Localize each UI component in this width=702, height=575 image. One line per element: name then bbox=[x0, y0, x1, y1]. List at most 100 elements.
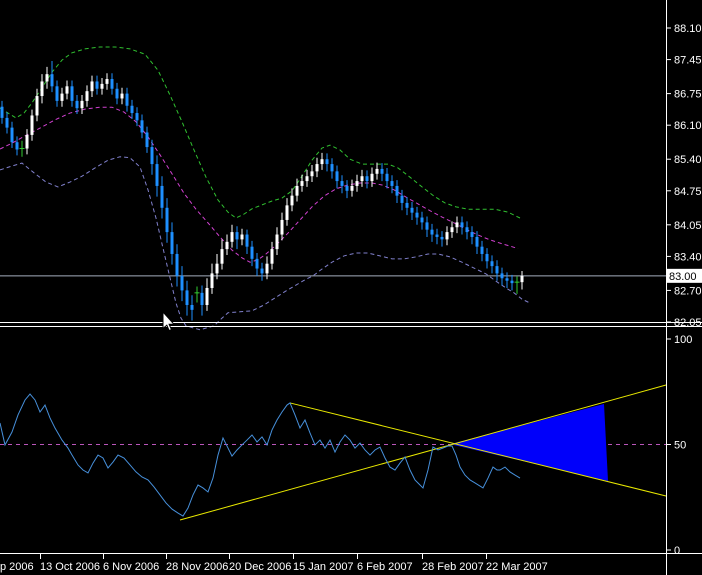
candle-body[interactable] bbox=[95, 81, 99, 89]
candle-body[interactable] bbox=[105, 79, 109, 84]
candle-body[interactable] bbox=[75, 100, 79, 109]
candle-body[interactable] bbox=[240, 234, 244, 240]
candle-body[interactable] bbox=[315, 164, 319, 172]
candle-body[interactable] bbox=[30, 115, 34, 135]
candle-body[interactable] bbox=[440, 236, 444, 240]
candle-body[interactable] bbox=[70, 86, 74, 101]
candle-body[interactable] bbox=[370, 173, 374, 182]
candle-body[interactable] bbox=[475, 236, 479, 247]
candle-body[interactable] bbox=[150, 147, 154, 165]
candle-body[interactable] bbox=[345, 185, 349, 191]
candle-body[interactable] bbox=[220, 249, 224, 264]
doji-candle-bar[interactable] bbox=[19, 148, 25, 150]
candle-body[interactable] bbox=[340, 181, 344, 186]
candle-body[interactable] bbox=[350, 185, 354, 191]
candle-body[interactable] bbox=[295, 185, 299, 196]
candle-body[interactable] bbox=[285, 205, 289, 220]
time-label[interactable]: 15 Jan 2007 bbox=[293, 561, 354, 573]
time-label[interactable]: 6 Nov 2006 bbox=[103, 561, 159, 573]
candle-body[interactable] bbox=[5, 117, 9, 128]
candle-body[interactable] bbox=[325, 159, 329, 165]
doji-candle-bar[interactable] bbox=[514, 281, 520, 283]
candle-body[interactable] bbox=[180, 275, 184, 291]
candle-body[interactable] bbox=[290, 195, 294, 206]
candle-body[interactable] bbox=[490, 261, 494, 267]
candle-body[interactable] bbox=[330, 164, 334, 172]
candle-body[interactable] bbox=[310, 171, 314, 177]
candle-body[interactable] bbox=[225, 241, 229, 250]
candle-body[interactable] bbox=[465, 227, 469, 233]
candle-body[interactable] bbox=[35, 96, 39, 116]
candle-body[interactable] bbox=[500, 273, 504, 279]
candle-body[interactable] bbox=[0, 106, 4, 118]
candle-body[interactable] bbox=[365, 176, 369, 182]
candle-body[interactable] bbox=[375, 168, 379, 174]
candle-body[interactable] bbox=[230, 232, 234, 242]
candle-body[interactable] bbox=[520, 275, 524, 283]
candle-body[interactable] bbox=[170, 232, 174, 254]
candle-body[interactable] bbox=[400, 195, 404, 203]
candle-body[interactable] bbox=[420, 217, 424, 223]
candle-body[interactable] bbox=[50, 74, 54, 87]
candle-body[interactable] bbox=[210, 273, 214, 288]
candle-body[interactable] bbox=[320, 159, 324, 165]
candle-body[interactable] bbox=[165, 207, 169, 233]
candle-body[interactable] bbox=[275, 234, 279, 250]
candle-body[interactable] bbox=[505, 278, 509, 281]
time-label[interactable]: 28 Nov 2006 bbox=[166, 561, 228, 573]
doji-candle-bar[interactable] bbox=[194, 292, 200, 294]
candle-body[interactable] bbox=[335, 171, 339, 182]
candle-body[interactable] bbox=[65, 86, 69, 94]
candle-body[interactable] bbox=[155, 164, 159, 186]
candle-body[interactable] bbox=[495, 266, 499, 274]
candle-body[interactable] bbox=[450, 227, 454, 233]
candle-body[interactable] bbox=[235, 232, 239, 240]
candle-body[interactable] bbox=[455, 222, 459, 228]
candle-body[interactable] bbox=[10, 127, 14, 143]
candle-body[interactable] bbox=[405, 202, 409, 208]
candle-body[interactable] bbox=[410, 207, 414, 213]
candle-body[interactable] bbox=[395, 185, 399, 196]
candle-body[interactable] bbox=[135, 113, 139, 121]
candle-body[interactable] bbox=[90, 81, 94, 92]
candle-body[interactable] bbox=[250, 246, 254, 259]
candle-body[interactable] bbox=[205, 287, 209, 305]
candle-body[interactable] bbox=[485, 253, 489, 262]
candle-body[interactable] bbox=[175, 253, 179, 276]
candle-body[interactable] bbox=[280, 219, 284, 235]
candle-body[interactable] bbox=[140, 120, 144, 133]
time-label[interactable]: 13 Oct 2006 bbox=[40, 561, 100, 573]
candle-body[interactable] bbox=[80, 100, 84, 109]
candle-body[interactable] bbox=[425, 222, 429, 230]
candle-body[interactable] bbox=[385, 173, 389, 182]
candle-body[interactable] bbox=[480, 246, 484, 254]
candle-body[interactable] bbox=[190, 304, 194, 310]
candle-body[interactable] bbox=[300, 181, 304, 186]
candle-body[interactable] bbox=[360, 176, 364, 182]
time-label[interactable]: p 2006 bbox=[0, 561, 34, 573]
candle-body[interactable] bbox=[460, 222, 464, 228]
candle-body[interactable] bbox=[100, 83, 104, 89]
candle-body[interactable] bbox=[215, 263, 219, 274]
candle-body[interactable] bbox=[200, 292, 204, 305]
candle-body[interactable] bbox=[390, 181, 394, 186]
candle-body[interactable] bbox=[305, 176, 309, 182]
candle-body[interactable] bbox=[270, 249, 274, 264]
candle-body[interactable] bbox=[40, 81, 44, 97]
candle-body[interactable] bbox=[45, 74, 49, 82]
candle-body[interactable] bbox=[160, 185, 164, 208]
candle-body[interactable] bbox=[185, 290, 189, 305]
candle-body[interactable] bbox=[55, 86, 59, 101]
candle-body[interactable] bbox=[115, 88, 119, 99]
candle-body[interactable] bbox=[25, 134, 29, 149]
candle-body[interactable] bbox=[445, 232, 449, 240]
time-label[interactable]: 20 Dec 2006 bbox=[229, 561, 291, 573]
candle-body[interactable] bbox=[380, 168, 384, 174]
candle-body[interactable] bbox=[435, 234, 439, 237]
candle-body[interactable] bbox=[510, 280, 514, 284]
candle-body[interactable] bbox=[125, 93, 129, 106]
candle-body[interactable] bbox=[415, 212, 419, 218]
candle-body[interactable] bbox=[85, 91, 89, 101]
candle-body[interactable] bbox=[265, 263, 269, 274]
candle-body[interactable] bbox=[110, 79, 114, 89]
